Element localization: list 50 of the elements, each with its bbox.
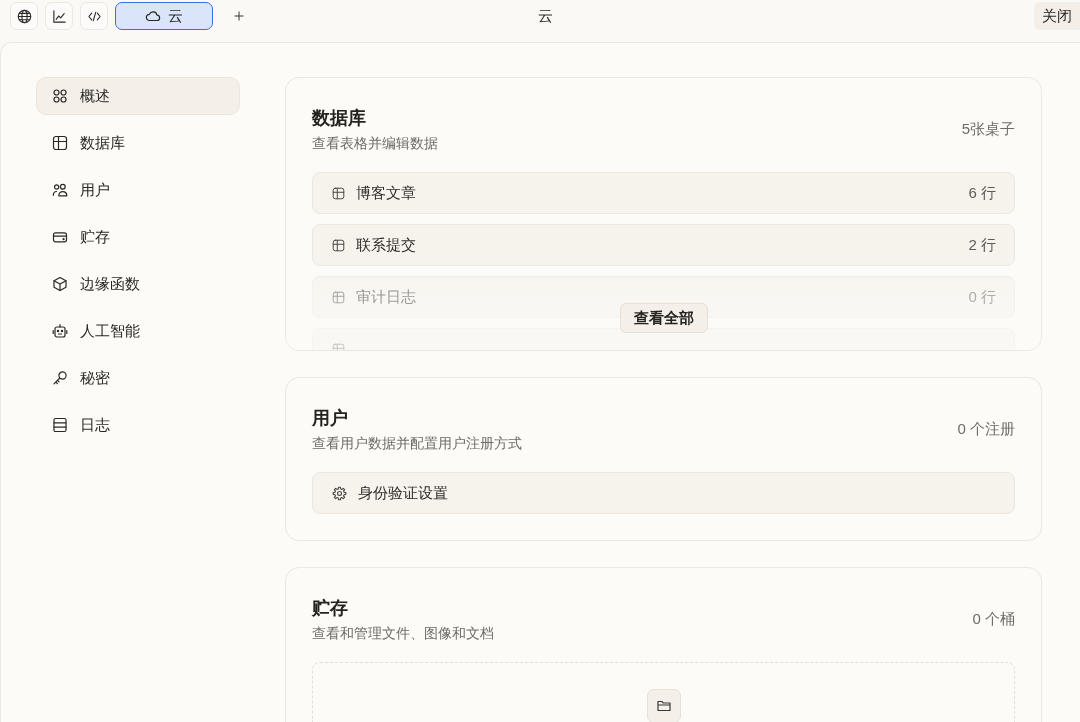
table-name: 审计日志 bbox=[356, 286, 416, 307]
section-description: 查看用户数据并配置用户注册方式 bbox=[312, 434, 522, 453]
cube-icon bbox=[52, 276, 68, 292]
sidebar-item[interactable]: 边缘函数 bbox=[36, 265, 240, 303]
row-count: 2 行 bbox=[968, 234, 996, 255]
section-description: 查看表格并编辑数据 bbox=[312, 134, 438, 153]
users-icon bbox=[52, 182, 68, 198]
code-button[interactable] bbox=[80, 2, 108, 30]
row-count: 6 行 bbox=[968, 182, 996, 203]
section-title: 数据库 bbox=[312, 107, 367, 130]
window-title: 云 bbox=[537, 6, 553, 26]
sidebar-item[interactable]: 日志 bbox=[36, 406, 240, 444]
sidebar-item[interactable]: 人工智能 bbox=[36, 312, 240, 350]
cloud-icon bbox=[145, 8, 161, 24]
settings-icon bbox=[332, 485, 347, 501]
table-name: 博客文章 bbox=[356, 182, 416, 203]
table-icon bbox=[332, 238, 345, 252]
section-title: 用户 bbox=[312, 407, 349, 430]
close-button[interactable]: 关闭 bbox=[1034, 2, 1080, 30]
table-row[interactable]: 联系提交 2 行 bbox=[312, 224, 1015, 266]
globe-icon bbox=[16, 8, 32, 24]
sidebar-item[interactable]: 概述 bbox=[36, 77, 240, 115]
sidebar-item[interactable]: 用户 bbox=[36, 171, 240, 209]
globe-button[interactable] bbox=[10, 2, 38, 30]
section-description: 查看和管理文件、图像和文档 bbox=[312, 624, 494, 643]
table-row[interactable]: 博客文章 6 行 bbox=[312, 172, 1015, 214]
sidebar-item[interactable]: 秘密 bbox=[36, 359, 240, 397]
plus-icon[interactable] bbox=[234, 11, 244, 21]
tab[interactable]: 云 bbox=[115, 2, 213, 30]
sidebar-item[interactable]: 数据库 bbox=[36, 124, 240, 162]
circles-grid-icon bbox=[52, 88, 68, 104]
wallet-icon bbox=[52, 229, 68, 245]
robot-icon bbox=[52, 323, 68, 339]
section-count: 5张桌子 bbox=[961, 119, 1015, 140]
table-name: 联系提交 bbox=[356, 234, 416, 255]
table-icon bbox=[332, 186, 345, 200]
section-count: 0 个桶 bbox=[972, 609, 1015, 630]
table-icon bbox=[332, 290, 345, 304]
show-all-button[interactable]: 查看全部 bbox=[619, 303, 708, 333]
row-count: 0 行 bbox=[968, 286, 996, 307]
settings-row[interactable]: 身份验证设置 bbox=[312, 472, 1015, 514]
table-icon bbox=[52, 135, 68, 151]
list-icon bbox=[52, 417, 68, 433]
section-count: 0 个注册 bbox=[957, 419, 1015, 440]
chart-icon bbox=[51, 8, 67, 24]
chart-button[interactable] bbox=[45, 2, 73, 30]
key-icon bbox=[52, 370, 68, 386]
sidebar-item[interactable]: 贮存 bbox=[36, 218, 240, 256]
row-label: 身份验证设置 bbox=[358, 482, 448, 503]
section-title: 贮存 bbox=[312, 597, 349, 620]
